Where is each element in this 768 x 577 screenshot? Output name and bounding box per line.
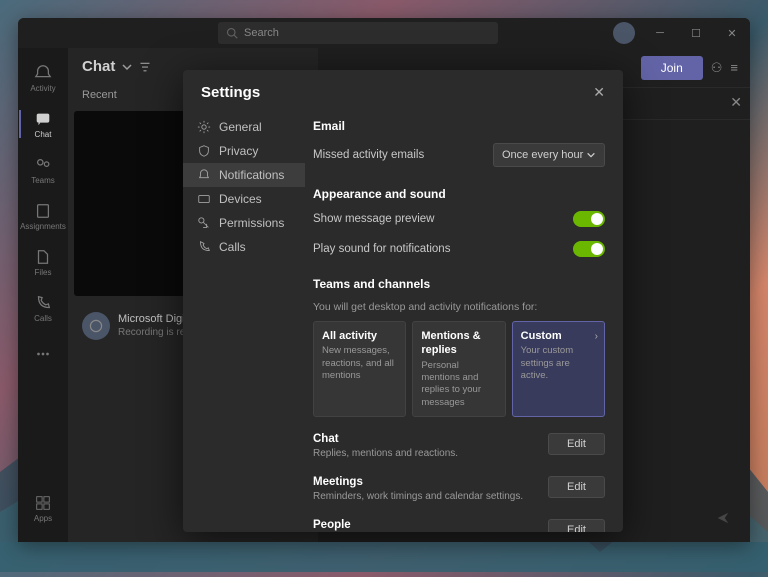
sound-notifications-label: Play sound for notifications xyxy=(313,243,573,255)
settings-nav: General Privacy Notifications Devices Pe… xyxy=(183,111,305,532)
rail-chat[interactable]: Chat xyxy=(19,102,67,146)
missed-emails-label: Missed activity emails xyxy=(313,149,493,161)
join-button[interactable]: Join xyxy=(641,56,703,80)
rail-teams[interactable]: Teams xyxy=(19,148,67,192)
section-email-title: Email xyxy=(313,119,605,133)
close-window-button[interactable]: ✕ xyxy=(714,18,750,48)
shield-553b5c xyxy=(197,144,211,158)
window-controls: ─ ☐ ✕ xyxy=(642,18,750,48)
filter-icon[interactable] xyxy=(139,61,151,73)
section-chat-desc: Replies, mentions and reactions. xyxy=(313,447,538,460)
section-meetings-title: Meetings xyxy=(313,476,538,488)
card-custom[interactable]: › Custom Your custom settings are active… xyxy=(512,321,605,417)
user-avatar[interactable] xyxy=(613,22,635,44)
chevron-down-icon[interactable] xyxy=(121,61,133,73)
chevron-down-icon xyxy=(586,150,596,160)
header-actions: ⚇ ≡ xyxy=(711,60,738,76)
chat-avatar xyxy=(82,312,110,340)
titlebar: Search ─ ☐ ✕ xyxy=(18,18,750,48)
sound-notifications-toggle[interactable] xyxy=(573,241,605,257)
section-meetings-desc: Reminders, work timings and calendar set… xyxy=(313,490,538,503)
chevron-right-icon: › xyxy=(595,330,598,343)
message-preview-label: Show message preview xyxy=(313,213,573,225)
section-teams-title: Teams and channels xyxy=(313,277,605,291)
meeting-icon xyxy=(88,318,104,334)
close-tab-icon[interactable]: ✕ xyxy=(730,94,742,111)
sidebar-title: Chat xyxy=(82,58,115,75)
rail-activity[interactable]: Activity xyxy=(19,56,67,100)
missed-emails-dropdown[interactable]: Once every hour xyxy=(493,143,605,167)
app-rail: Activity Chat Teams Assignments Files Ca… xyxy=(18,48,68,542)
edit-chat-button[interactable]: Edit xyxy=(548,433,605,455)
card-mentions-replies[interactable]: Mentions & replies Personal mentions and… xyxy=(412,321,505,417)
rail-more[interactable] xyxy=(19,332,67,376)
dialog-header: Settings ✕ xyxy=(183,70,623,111)
more-options-icon[interactable]: ≡ xyxy=(730,60,738,76)
rail-calls[interactable]: Calls xyxy=(19,286,67,330)
nav-permissions[interactable]: Permissions xyxy=(183,211,305,235)
maximize-button[interactable]: ☐ xyxy=(678,18,714,48)
nav-general[interactable]: General xyxy=(183,115,305,139)
send-icon[interactable] xyxy=(716,511,730,525)
nav-privacy[interactable]: Privacy xyxy=(183,139,305,163)
rail-apps[interactable]: Apps xyxy=(19,486,67,530)
bell-icon xyxy=(197,168,211,182)
settings-content: Email Missed activity emails Once every … xyxy=(305,111,623,532)
gear-icon xyxy=(197,120,211,134)
search-input[interactable]: Search xyxy=(218,22,498,44)
section-appearance-title: Appearance and sound xyxy=(313,187,605,201)
minimize-button[interactable]: ─ xyxy=(642,18,678,48)
search-placeholder: Search xyxy=(244,27,279,39)
phone-icon xyxy=(197,240,211,254)
rail-assignments[interactable]: Assignments xyxy=(19,194,67,238)
nav-calls[interactable]: Calls xyxy=(183,235,305,259)
edit-people-button[interactable]: Edit xyxy=(548,519,605,532)
dialog-title: Settings xyxy=(201,84,260,101)
devices-icon xyxy=(197,192,211,206)
teams-subtext: You will get desktop and activity notifi… xyxy=(313,301,605,313)
nav-notifications[interactable]: Notifications xyxy=(183,163,305,187)
participants-icon[interactable]: ⚇ xyxy=(711,60,723,76)
message-preview-toggle[interactable] xyxy=(573,211,605,227)
section-people-title: People xyxy=(313,519,538,531)
app-window: Search ─ ☐ ✕ Activity Chat Teams Assignm… xyxy=(18,18,750,542)
key-icon xyxy=(197,216,211,230)
nav-devices[interactable]: Devices xyxy=(183,187,305,211)
edit-meetings-button[interactable]: Edit xyxy=(548,476,605,498)
section-chat-title: Chat xyxy=(313,433,538,445)
search-icon xyxy=(226,27,238,39)
settings-dialog: Settings ✕ General Privacy Notifications… xyxy=(183,70,623,532)
card-all-activity[interactable]: All activity New messages, reactions, an… xyxy=(313,321,406,417)
close-dialog-button[interactable]: ✕ xyxy=(593,84,605,101)
rail-files[interactable]: Files xyxy=(19,240,67,284)
